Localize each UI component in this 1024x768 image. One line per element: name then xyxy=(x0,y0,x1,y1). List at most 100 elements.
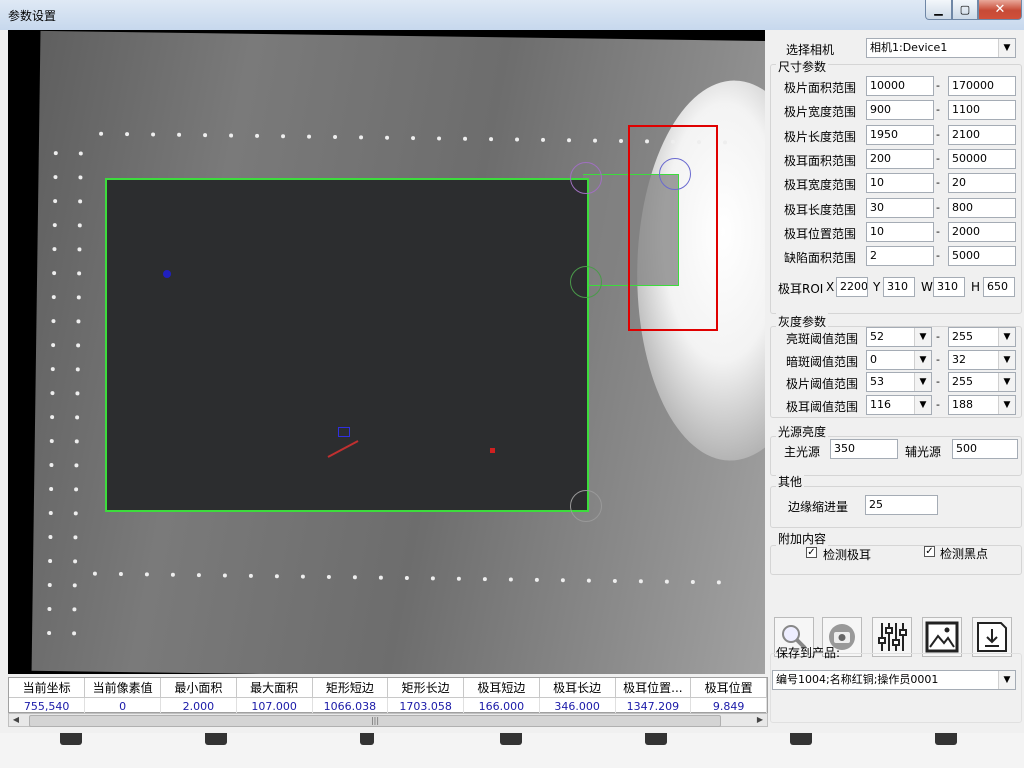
chevron-down-icon[interactable]: ▼ xyxy=(914,396,931,415)
chevron-down-icon[interactable]: ▼ xyxy=(914,350,931,369)
perforation-hole xyxy=(385,135,390,140)
perforation-hole xyxy=(72,583,77,588)
range-dash: - xyxy=(936,352,940,366)
close-button[interactable]: ✕ xyxy=(978,0,1022,20)
perforation-hole xyxy=(51,343,56,348)
size-param-max-input[interactable]: 170000 xyxy=(948,76,1016,96)
taskbar-app-icon[interactable] xyxy=(60,733,82,745)
scrollbar-thumb[interactable]: ||| xyxy=(29,715,721,727)
check-tab-label: 检测极耳 xyxy=(823,548,872,562)
camera-image-viewer[interactable] xyxy=(8,30,765,674)
size-param-max-input[interactable]: 20 xyxy=(948,173,1016,194)
size-param-min-input[interactable]: 200 xyxy=(866,148,934,169)
gray-param-max-select[interactable]: 32 ▼ xyxy=(948,349,1016,370)
column-header[interactable]: 当前像素值 xyxy=(84,678,161,698)
perforation-hole xyxy=(567,138,572,143)
measurement-results-table[interactable]: 当前坐标 当前像素值 最小面积 最大面积 矩形短边 矩形长边 极耳短边 极耳长边 极耳位置...… xyxy=(8,677,768,715)
horizontal-scrollbar[interactable]: ◀ ||| ▶ xyxy=(8,713,768,727)
size-param-min-input[interactable]: 10 xyxy=(866,221,934,242)
size-param-min-input[interactable]: 2 xyxy=(866,246,934,267)
size-param-min-input[interactable]: 10000 xyxy=(866,76,934,96)
gray-param-min-select[interactable]: 53 ▼ xyxy=(866,372,932,393)
taskbar-app-icon[interactable] xyxy=(205,733,227,745)
size-param-label: 极片长度范围 xyxy=(784,129,857,144)
main-light-input[interactable]: 350 xyxy=(830,439,898,459)
taskbar-app-icon[interactable] xyxy=(645,733,667,745)
adjust-button[interactable] xyxy=(872,617,912,657)
aux-light-input[interactable]: 500 xyxy=(952,439,1018,459)
roi-x-input[interactable]: 2200 xyxy=(836,277,868,297)
chevron-down-icon[interactable]: ▼ xyxy=(998,39,1015,57)
perforation-hole xyxy=(72,631,77,636)
gray-param-min-value: 116 xyxy=(870,398,891,412)
gray-param-label: 极耳阈值范围 xyxy=(786,400,859,415)
column-header[interactable]: 矩形长边 xyxy=(387,678,464,698)
size-param-max-input[interactable]: 2100 xyxy=(948,124,1016,145)
maximize-button[interactable]: ▢ xyxy=(952,0,978,20)
roi-w-input[interactable]: 310 xyxy=(933,277,965,297)
title-bar[interactable]: 参数设置 ▁ ▢ ✕ xyxy=(0,0,1024,30)
size-param-max-input[interactable]: 50000 xyxy=(948,148,1016,169)
perforation-hole xyxy=(144,572,149,577)
chevron-down-icon[interactable]: ▼ xyxy=(914,328,931,346)
check-tab-checkbox[interactable]: ✓ xyxy=(806,547,817,558)
perforation-hole xyxy=(73,511,78,516)
save-button[interactable] xyxy=(972,617,1012,657)
taskbar-app-icon[interactable] xyxy=(360,733,374,745)
gray-param-min-select[interactable]: 0 ▼ xyxy=(866,349,932,370)
tab-roi-rectangle[interactable] xyxy=(628,125,718,331)
image-button[interactable] xyxy=(922,617,962,657)
chevron-down-icon[interactable]: ▼ xyxy=(998,328,1015,346)
size-param-min-input[interactable]: 10 xyxy=(866,173,934,194)
size-param-max-input[interactable]: 1100 xyxy=(948,100,1016,121)
perforation-hole xyxy=(463,136,468,141)
perforation-hole xyxy=(560,578,565,583)
light-title: 光源亮度 xyxy=(776,423,829,440)
chevron-down-icon[interactable]: ▼ xyxy=(998,373,1015,392)
size-param-label: 缺陷面积范围 xyxy=(784,251,857,266)
chevron-down-icon[interactable]: ▼ xyxy=(998,671,1015,689)
check-spot-checkbox[interactable]: ✓ xyxy=(924,546,935,557)
column-header[interactable]: 极耳位置... xyxy=(615,678,692,698)
gray-param-min-value: 0 xyxy=(870,352,877,366)
taskbar-app-icon[interactable] xyxy=(500,733,522,745)
minimize-button[interactable]: ▁ xyxy=(925,0,952,20)
size-param-min-input[interactable]: 30 xyxy=(866,197,934,218)
roi-y-input[interactable]: 310 xyxy=(883,277,915,297)
perforation-hole xyxy=(300,574,305,579)
perforation-hole xyxy=(53,175,58,180)
size-param-min-input[interactable]: 900 xyxy=(866,100,934,121)
gray-param-max-select[interactable]: 188 ▼ xyxy=(948,395,1016,416)
column-header[interactable]: 极耳短边 xyxy=(463,678,540,698)
detected-electrode-contour xyxy=(105,178,589,512)
size-param-max-input[interactable]: 2000 xyxy=(948,221,1016,242)
column-header[interactable]: 极耳长边 xyxy=(539,678,616,698)
roi-h-input[interactable]: 650 xyxy=(983,277,1015,297)
image-icon xyxy=(925,621,959,653)
size-param-max-input[interactable]: 800 xyxy=(948,197,1016,218)
column-header[interactable]: 矩形短边 xyxy=(312,678,389,698)
save-product-select[interactable]: 编号1004;名称红铜;操作员0001 ▼ xyxy=(772,670,1016,690)
size-param-min-input[interactable]: 1950 xyxy=(866,124,934,145)
perforation-hole xyxy=(541,137,546,142)
scroll-left-icon[interactable]: ◀ xyxy=(9,714,23,726)
perforation-hole xyxy=(222,573,227,578)
scroll-right-icon[interactable]: ▶ xyxy=(753,714,767,726)
chevron-down-icon[interactable]: ▼ xyxy=(998,350,1015,369)
chevron-down-icon[interactable]: ▼ xyxy=(914,373,931,392)
save-disk-icon xyxy=(977,622,1007,652)
column-header[interactable]: 极耳位置 xyxy=(690,678,767,698)
gray-param-max-select[interactable]: 255 ▼ xyxy=(948,327,1016,347)
column-header[interactable]: 最小面积 xyxy=(160,678,237,698)
size-param-max-input[interactable]: 5000 xyxy=(948,246,1016,267)
camera-select[interactable]: 相机1:Device1 ▼ xyxy=(866,38,1016,58)
column-header[interactable]: 最大面积 xyxy=(236,678,313,698)
gray-param-min-select[interactable]: 52 ▼ xyxy=(866,327,932,347)
column-header[interactable]: 当前坐标 xyxy=(9,678,86,698)
taskbar-app-icon[interactable] xyxy=(790,733,812,745)
gray-param-max-select[interactable]: 255 ▼ xyxy=(948,372,1016,393)
chevron-down-icon[interactable]: ▼ xyxy=(998,396,1015,415)
taskbar-app-icon[interactable] xyxy=(935,733,957,745)
edge-indent-input[interactable]: 25 xyxy=(865,495,938,515)
gray-param-min-select[interactable]: 116 ▼ xyxy=(866,395,932,416)
